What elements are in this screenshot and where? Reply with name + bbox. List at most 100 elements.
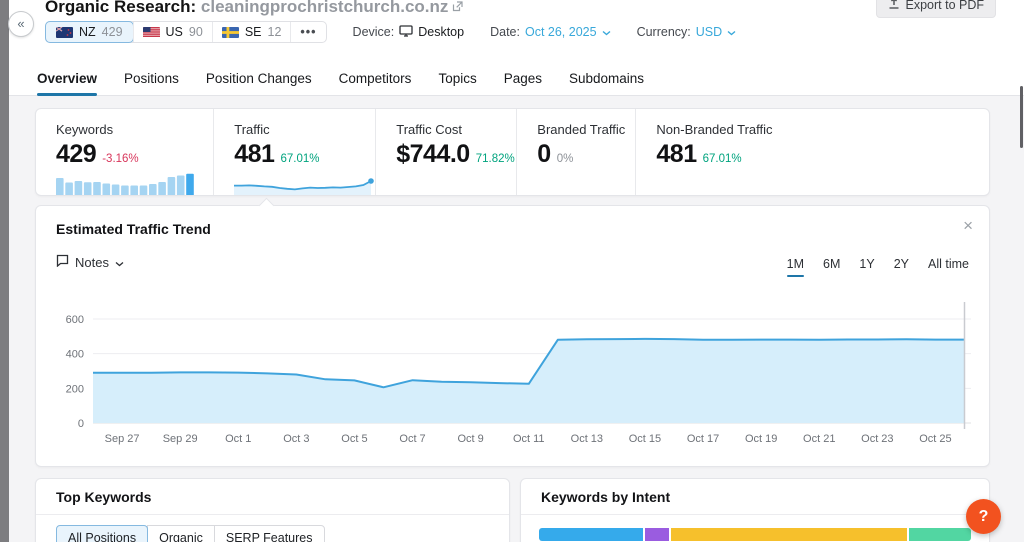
range-1m[interactable]: 1M: [786, 257, 805, 277]
metrics-summary-card: Keywords 429 -3.16% Traffic 481 67.01% T…: [35, 108, 990, 196]
mini-bar: [65, 182, 73, 195]
tab-overview[interactable]: Overview: [37, 68, 98, 96]
country-code: US: [165, 25, 183, 39]
report-tabs: Overview Positions Position Changes Comp…: [9, 68, 1024, 96]
range-1y[interactable]: 1Y: [859, 257, 874, 277]
range-all-time[interactable]: All time: [928, 257, 969, 277]
range-6m[interactable]: 6M: [823, 257, 840, 277]
x-axis-label: Sep 29: [163, 433, 198, 445]
se-flag-icon: [221, 26, 239, 38]
mini-bar: [111, 184, 120, 195]
keywords-by-intent-card: Keywords by Intent: [520, 478, 990, 542]
device-filter[interactable]: Device: Desktop: [352, 24, 465, 40]
x-axis-label: Oct 5: [341, 433, 367, 445]
traffic-trend-chart[interactable]: 600 400 200 0 Sep 27 Sep 29 Oct 1 Oct 3 Oct 5 Oct…: [46, 302, 981, 452]
more-countries-button[interactable]: •••: [290, 22, 325, 42]
us-flag-icon: [142, 26, 160, 38]
sidebar-collapse-button[interactable]: «: [8, 11, 34, 37]
x-axis-label: Sep 27: [105, 433, 140, 445]
export-icon: [888, 0, 900, 13]
notes-button[interactable]: Notes: [56, 254, 124, 270]
metric-traffic-cost[interactable]: Traffic Cost $744.0 71.82%: [375, 109, 516, 195]
tab-position-changes[interactable]: Position Changes: [206, 68, 312, 95]
mini-bar: [130, 185, 138, 195]
spark-endpoint: [368, 178, 375, 184]
metric-label: Non-Branded Traffic: [656, 122, 773, 137]
collapse-icon: «: [17, 15, 25, 31]
area-fill: [93, 338, 965, 423]
metric-change: 71.82%: [475, 153, 515, 165]
metric-label: Keywords: [56, 122, 114, 137]
keywords-filter-tabs: All Positions Organic SERP Features: [56, 525, 509, 542]
question-mark-icon: ?: [978, 507, 989, 525]
metric-label: Traffic: [234, 122, 270, 137]
metric-change: 0%: [556, 153, 574, 165]
country-tab-se[interactable]: SE 12: [211, 22, 291, 42]
help-button[interactable]: ?: [966, 499, 1001, 534]
x-axis-label: Oct 11: [513, 433, 545, 445]
mini-bar: [83, 182, 92, 195]
x-axis-label: Oct 15: [629, 433, 661, 445]
tab-serp-features[interactable]: SERP Features: [213, 525, 325, 542]
mini-bar: [139, 185, 148, 195]
tab-organic[interactable]: Organic: [147, 525, 215, 542]
device-value: Desktop: [418, 25, 465, 39]
intent-segment-navigational[interactable]: [645, 528, 669, 541]
country-tab-us[interactable]: US 90: [132, 22, 212, 42]
close-icon[interactable]: ×: [963, 216, 973, 236]
intent-distribution-bar[interactable]: [539, 528, 972, 541]
report-title: Organic Research:: [45, 0, 197, 16]
metric-value: 0: [537, 140, 551, 168]
metric-value: 481: [234, 140, 275, 168]
currency-filter[interactable]: Currency: USD: [637, 25, 737, 39]
intent-segment-commercial[interactable]: [670, 528, 908, 541]
country-tab-nz[interactable]: NZ 429: [45, 21, 134, 43]
mini-bar: [93, 182, 101, 195]
metric-label: Traffic Cost: [396, 122, 462, 137]
x-axis-label: Oct 7: [399, 433, 425, 445]
trend-title: Estimated Traffic Trend: [56, 221, 211, 237]
metric-value: 481: [656, 140, 697, 168]
tab-competitors[interactable]: Competitors: [339, 68, 412, 95]
metric-change: -3.16%: [102, 153, 139, 165]
tab-subdomains[interactable]: Subdomains: [569, 68, 644, 95]
intent-segment-transactional[interactable]: [909, 528, 972, 541]
y-axis-label: 200: [66, 383, 84, 395]
country-count: 429: [101, 25, 123, 39]
more-icon: •••: [300, 25, 317, 39]
chevron-down-icon: [727, 25, 736, 39]
export-to-pdf-button[interactable]: Export to PDF: [875, 0, 996, 18]
metric-non-branded-traffic[interactable]: Non-Branded Traffic 481 67.01%: [635, 109, 989, 195]
mini-bar: [149, 184, 157, 195]
date-filter[interactable]: Date: Oct 26, 2025: [490, 25, 611, 39]
currency-label: Currency:: [636, 25, 691, 39]
country-count: 90: [188, 25, 203, 39]
device-label: Device:: [352, 25, 395, 39]
tab-all-positions[interactable]: All Positions: [56, 525, 149, 542]
tab-topics[interactable]: Topics: [438, 68, 476, 95]
mini-bar: [158, 182, 166, 195]
notes-label: Notes: [75, 254, 109, 270]
analyzed-domain: cleaningprochristchurch.co.nz: [200, 0, 449, 16]
x-axis-label: Oct 13: [571, 433, 603, 445]
metric-keywords[interactable]: Keywords 429 -3.16%: [36, 109, 213, 195]
tab-positions[interactable]: Positions: [124, 68, 179, 95]
traffic-sparkline: [234, 178, 375, 195]
date-value: Oct 26, 2025: [524, 25, 597, 39]
x-axis-label: Oct 21: [803, 433, 835, 445]
metric-change: 67.01%: [280, 153, 320, 165]
metric-change: 67.01%: [702, 153, 742, 165]
tab-pages[interactable]: Pages: [504, 68, 542, 95]
note-bubble-icon: [56, 254, 69, 270]
metric-branded-traffic[interactable]: Branded Traffic 0 0%: [516, 109, 635, 195]
metric-traffic[interactable]: Traffic 481 67.01%: [213, 109, 375, 195]
time-range-switcher: 1M 6M 1Y 2Y All time: [786, 257, 969, 277]
mini-bar: [56, 178, 64, 195]
external-link-icon[interactable]: [452, 0, 464, 17]
metric-label: Branded Traffic: [537, 122, 626, 137]
range-2y[interactable]: 2Y: [894, 257, 909, 277]
page-scrollbar[interactable]: [1020, 86, 1023, 148]
x-axis-label: Oct 25: [919, 433, 951, 445]
intent-segment-informational[interactable]: [539, 528, 644, 541]
x-axis-label: Oct 17: [687, 433, 719, 445]
